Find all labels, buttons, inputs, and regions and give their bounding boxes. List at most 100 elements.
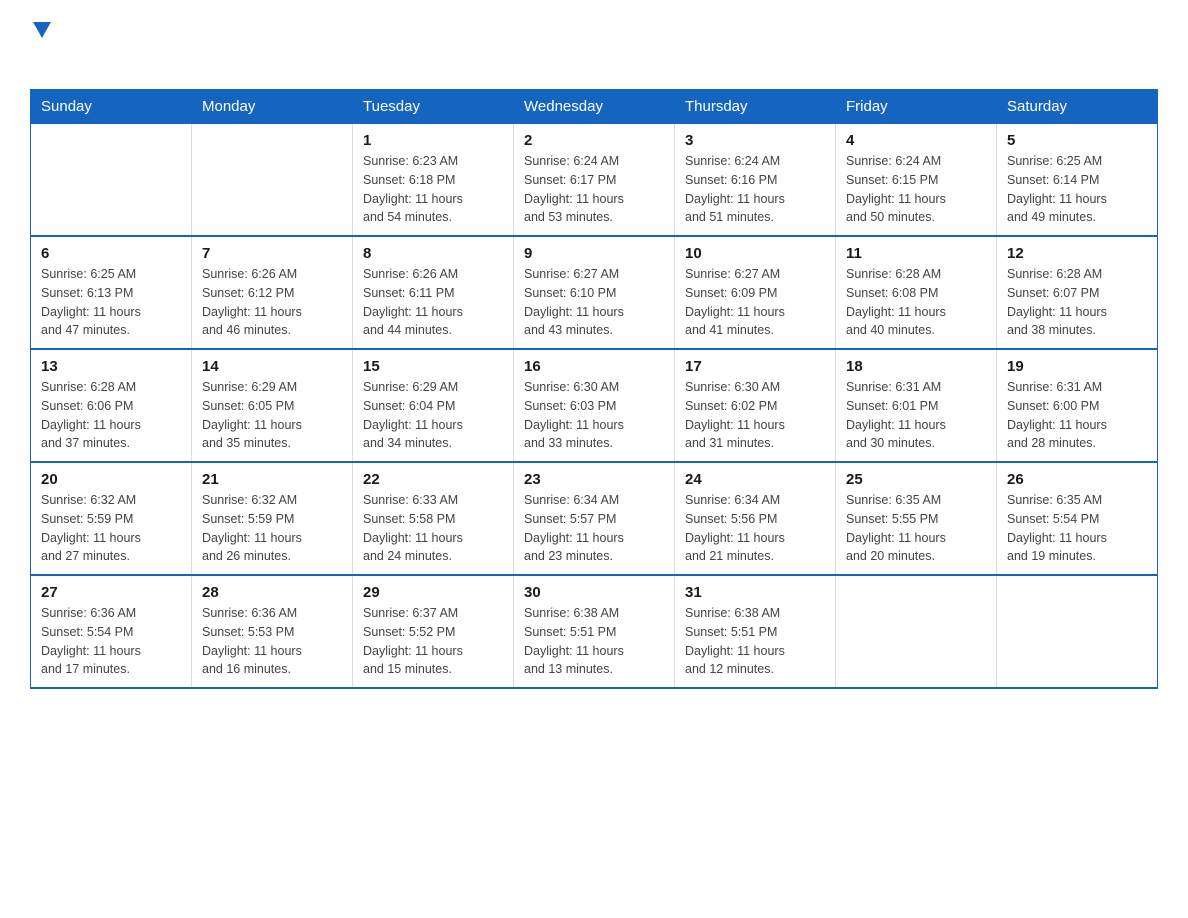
calendar-cell: 31 Sunrise: 6:38 AM Sunset: 5:51 PM Dayli… xyxy=(675,575,836,688)
day-info: Sunrise: 6:34 AM Sunset: 5:57 PM Dayligh… xyxy=(524,491,664,566)
day-number: 9 xyxy=(524,245,664,262)
day-info: Sunrise: 6:32 AM Sunset: 5:59 PM Dayligh… xyxy=(202,491,342,566)
calendar-cell: 21 Sunrise: 6:32 AM Sunset: 5:59 PM Dayli… xyxy=(192,462,353,575)
day-number: 18 xyxy=(846,358,986,375)
day-number: 27 xyxy=(41,584,181,601)
logo-triangle-icon xyxy=(33,22,51,38)
logo xyxy=(30,20,51,69)
day-info: Sunrise: 6:32 AM Sunset: 5:59 PM Dayligh… xyxy=(41,491,181,566)
weekday-header-saturday: Saturday xyxy=(997,90,1158,124)
weekday-header-thursday: Thursday xyxy=(675,90,836,124)
weekday-header-wednesday: Wednesday xyxy=(514,90,675,124)
day-number: 7 xyxy=(202,245,342,262)
day-number: 5 xyxy=(1007,132,1147,149)
calendar-cell: 23Sunrise: 6:34 AM Sunset: 5:57 PM Dayli… xyxy=(514,462,675,575)
day-number: 25 xyxy=(846,471,986,488)
calendar-table: SundayMondayTuesdayWednesdayThursdayFrid… xyxy=(30,89,1158,689)
calendar-cell: 1Sunrise: 6:23 AM Sunset: 6:18 PM Daylig… xyxy=(353,124,514,237)
day-info: Sunrise: 6:23 AM Sunset: 6:18 PM Dayligh… xyxy=(363,152,503,227)
day-info: Sunrise: 6:31 AM Sunset: 6:00 PM Dayligh… xyxy=(1007,378,1147,453)
day-info: Sunrise: 6:27 AM Sunset: 6:09 PM Dayligh… xyxy=(685,265,825,340)
day-info: Sunrise: 6:28 AM Sunset: 6:06 PM Dayligh… xyxy=(41,378,181,453)
day-info: Sunrise: 6:37 AM Sunset: 5:52 PM Dayligh… xyxy=(363,604,503,679)
day-info: Sunrise: 6:35 AM Sunset: 5:54 PM Dayligh… xyxy=(1007,491,1147,566)
weekday-header-sunday: Sunday xyxy=(31,90,192,124)
calendar-cell: 30 Sunrise: 6:38 AM Sunset: 5:51 PM Dayli… xyxy=(514,575,675,688)
calendar-cell: 25 Sunrise: 6:35 AM Sunset: 5:55 PM Dayli… xyxy=(836,462,997,575)
day-number: 10 xyxy=(685,245,825,262)
calendar-cell: 9 Sunrise: 6:27 AM Sunset: 6:10 PM Daylig… xyxy=(514,236,675,349)
weekday-header-monday: Monday xyxy=(192,90,353,124)
calendar-cell: 17 Sunrise: 6:30 AM Sunset: 6:02 PM Dayli… xyxy=(675,349,836,462)
calendar-cell: 12 Sunrise: 6:28 AM Sunset: 6:07 PM Dayli… xyxy=(997,236,1158,349)
calendar-cell: 28 Sunrise: 6:36 AM Sunset: 5:53 PM Dayli… xyxy=(192,575,353,688)
day-number: 30 xyxy=(524,584,664,601)
weekday-header-row: SundayMondayTuesdayWednesdayThursdayFrid… xyxy=(31,90,1158,124)
calendar-cell: 24Sunrise: 6:34 AM Sunset: 5:56 PM Dayli… xyxy=(675,462,836,575)
page-header xyxy=(30,20,1158,69)
day-info: Sunrise: 6:28 AM Sunset: 6:07 PM Dayligh… xyxy=(1007,265,1147,340)
day-info: Sunrise: 6:36 AM Sunset: 5:53 PM Dayligh… xyxy=(202,604,342,679)
day-number: 21 xyxy=(202,471,342,488)
calendar-cell: 4Sunrise: 6:24 AM Sunset: 6:15 PM Daylig… xyxy=(836,124,997,237)
day-number: 19 xyxy=(1007,358,1147,375)
calendar-week-row: 27 Sunrise: 6:36 AM Sunset: 5:54 PM Dayli… xyxy=(31,575,1158,688)
day-info: Sunrise: 6:24 AM Sunset: 6:16 PM Dayligh… xyxy=(685,152,825,227)
day-info: Sunrise: 6:31 AM Sunset: 6:01 PM Dayligh… xyxy=(846,378,986,453)
day-number: 22 xyxy=(363,471,503,488)
day-info: Sunrise: 6:27 AM Sunset: 6:10 PM Dayligh… xyxy=(524,265,664,340)
day-info: Sunrise: 6:29 AM Sunset: 6:04 PM Dayligh… xyxy=(363,378,503,453)
calendar-cell: 14 Sunrise: 6:29 AM Sunset: 6:05 PM Dayli… xyxy=(192,349,353,462)
day-number: 15 xyxy=(363,358,503,375)
calendar-cell: 7Sunrise: 6:26 AM Sunset: 6:12 PM Daylig… xyxy=(192,236,353,349)
calendar-week-row: 1Sunrise: 6:23 AM Sunset: 6:18 PM Daylig… xyxy=(31,124,1158,237)
day-info: Sunrise: 6:35 AM Sunset: 5:55 PM Dayligh… xyxy=(846,491,986,566)
calendar-cell: 18 Sunrise: 6:31 AM Sunset: 6:01 PM Dayli… xyxy=(836,349,997,462)
day-number: 14 xyxy=(202,358,342,375)
calendar-cell xyxy=(997,575,1158,688)
day-number: 31 xyxy=(685,584,825,601)
calendar-week-row: 6 Sunrise: 6:25 AM Sunset: 6:13 PM Daylig… xyxy=(31,236,1158,349)
calendar-cell: 11Sunrise: 6:28 AM Sunset: 6:08 PM Dayli… xyxy=(836,236,997,349)
day-number: 12 xyxy=(1007,245,1147,262)
calendar-cell: 13 Sunrise: 6:28 AM Sunset: 6:06 PM Dayli… xyxy=(31,349,192,462)
calendar-cell: 3 Sunrise: 6:24 AM Sunset: 6:16 PM Daylig… xyxy=(675,124,836,237)
day-number: 26 xyxy=(1007,471,1147,488)
weekday-header-friday: Friday xyxy=(836,90,997,124)
calendar-week-row: 13 Sunrise: 6:28 AM Sunset: 6:06 PM Dayli… xyxy=(31,349,1158,462)
day-number: 3 xyxy=(685,132,825,149)
day-number: 2 xyxy=(524,132,664,149)
day-info: Sunrise: 6:24 AM Sunset: 6:17 PM Dayligh… xyxy=(524,152,664,227)
day-info: Sunrise: 6:28 AM Sunset: 6:08 PM Dayligh… xyxy=(846,265,986,340)
day-info: Sunrise: 6:24 AM Sunset: 6:15 PM Dayligh… xyxy=(846,152,986,227)
calendar-cell: 22Sunrise: 6:33 AM Sunset: 5:58 PM Dayli… xyxy=(353,462,514,575)
calendar-cell: 10 Sunrise: 6:27 AM Sunset: 6:09 PM Dayli… xyxy=(675,236,836,349)
day-number: 16 xyxy=(524,358,664,375)
calendar-cell: 6 Sunrise: 6:25 AM Sunset: 6:13 PM Daylig… xyxy=(31,236,192,349)
day-info: Sunrise: 6:25 AM Sunset: 6:14 PM Dayligh… xyxy=(1007,152,1147,227)
calendar-cell xyxy=(192,124,353,237)
calendar-cell: 16Sunrise: 6:30 AM Sunset: 6:03 PM Dayli… xyxy=(514,349,675,462)
day-info: Sunrise: 6:25 AM Sunset: 6:13 PM Dayligh… xyxy=(41,265,181,340)
day-info: Sunrise: 6:36 AM Sunset: 5:54 PM Dayligh… xyxy=(41,604,181,679)
calendar-cell xyxy=(31,124,192,237)
calendar-cell: 8Sunrise: 6:26 AM Sunset: 6:11 PM Daylig… xyxy=(353,236,514,349)
day-number: 20 xyxy=(41,471,181,488)
day-number: 28 xyxy=(202,584,342,601)
day-info: Sunrise: 6:30 AM Sunset: 6:02 PM Dayligh… xyxy=(685,378,825,453)
day-info: Sunrise: 6:29 AM Sunset: 6:05 PM Dayligh… xyxy=(202,378,342,453)
calendar-week-row: 20 Sunrise: 6:32 AM Sunset: 5:59 PM Dayli… xyxy=(31,462,1158,575)
weekday-header-tuesday: Tuesday xyxy=(353,90,514,124)
day-number: 13 xyxy=(41,358,181,375)
calendar-cell xyxy=(836,575,997,688)
day-number: 17 xyxy=(685,358,825,375)
calendar-cell: 2 Sunrise: 6:24 AM Sunset: 6:17 PM Daylig… xyxy=(514,124,675,237)
calendar-cell: 19 Sunrise: 6:31 AM Sunset: 6:00 PM Dayli… xyxy=(997,349,1158,462)
calendar-cell: 5 Sunrise: 6:25 AM Sunset: 6:14 PM Daylig… xyxy=(997,124,1158,237)
day-info: Sunrise: 6:34 AM Sunset: 5:56 PM Dayligh… xyxy=(685,491,825,566)
day-info: Sunrise: 6:38 AM Sunset: 5:51 PM Dayligh… xyxy=(524,604,664,679)
calendar-cell: 29Sunrise: 6:37 AM Sunset: 5:52 PM Dayli… xyxy=(353,575,514,688)
day-number: 6 xyxy=(41,245,181,262)
day-info: Sunrise: 6:38 AM Sunset: 5:51 PM Dayligh… xyxy=(685,604,825,679)
calendar-cell: 20 Sunrise: 6:32 AM Sunset: 5:59 PM Dayli… xyxy=(31,462,192,575)
